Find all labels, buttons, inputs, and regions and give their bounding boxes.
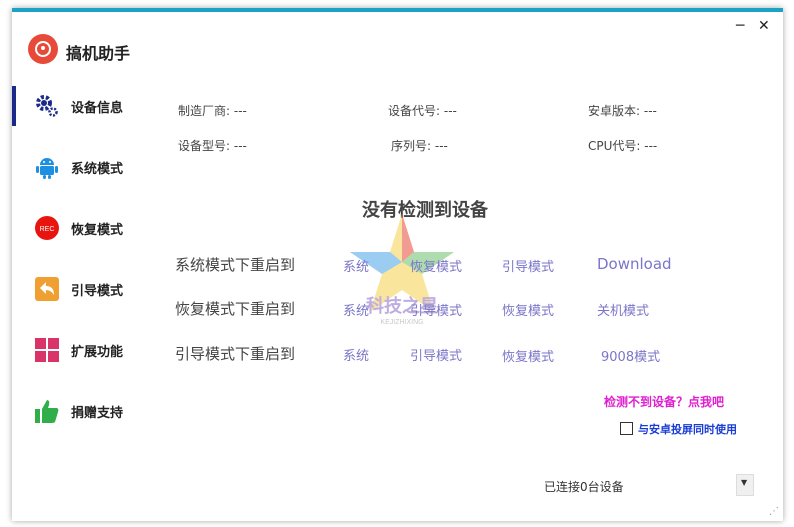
grid-icon [35, 338, 59, 362]
reboot-row-label: 系统模式下重启到 [175, 256, 296, 274]
reboot-option-link[interactable]: 恢复模式 [410, 256, 462, 275]
reboot-option-link[interactable]: 系统 [343, 300, 369, 319]
reboot-option-link[interactable]: 引导模式 [410, 300, 462, 319]
sidebar-item-donate[interactable]: 捐赠支持 [12, 391, 152, 431]
screen-cast-checkbox-label[interactable]: 与安卓投屏同时使用 [638, 421, 737, 437]
sidebar-item-label: 引导模式 [71, 284, 124, 299]
sidebar-item-device-info[interactable]: 设备信息 [12, 86, 152, 126]
reboot-option-link[interactable]: 关机模式 [597, 300, 649, 319]
sidebar-item-recovery-mode[interactable]: REC 恢复模式 [12, 208, 152, 248]
android-icon [36, 158, 58, 179]
device-code-info: 设备代号: --- [388, 104, 457, 118]
help-link[interactable]: 检测不到设备？点我吧 [604, 393, 724, 410]
sidebar-item-extensions[interactable]: 扩展功能 [12, 330, 152, 370]
minimize-button[interactable]: ─ [736, 18, 744, 34]
android-version-info: 安卓版本: --- [588, 104, 657, 118]
reboot-row-label: 恢复模式下重启到 [175, 300, 296, 318]
watermark-subtext: KEJIZHIXING [380, 319, 423, 326]
model-info: 设备型号: --- [178, 139, 247, 153]
reboot-option-link[interactable]: 系统 [343, 345, 369, 364]
reboot-option-link[interactable]: Download [597, 255, 672, 273]
app-window: ─ ✕ 搞机助手 设备信息 系统模式 REC 恢复模式 引导模式 扩展功能 捐赠… [12, 8, 783, 521]
sidebar-item-label: 系统模式 [71, 162, 124, 177]
app-logo-icon [28, 34, 58, 64]
device-dropdown[interactable]: ▼ [736, 474, 754, 496]
rec-icon: REC [35, 216, 59, 240]
serial-info: 序列号: --- [391, 139, 448, 153]
app-title: 搞机助手 [66, 44, 131, 63]
screen-cast-checkbox[interactable] [620, 422, 633, 435]
sidebar-item-label: 捐赠支持 [71, 406, 124, 421]
sidebar-item-label: 恢复模式 [71, 223, 124, 238]
sidebar-item-system-mode[interactable]: 系统模式 [12, 147, 152, 187]
reboot-option-link[interactable]: 系统 [343, 256, 369, 275]
resize-grip-icon[interactable]: ⋰ [769, 506, 779, 517]
thumbs-up-icon [35, 400, 59, 423]
sidebar-item-label: 设备信息 [71, 101, 124, 116]
reboot-option-link[interactable]: 9008模式 [601, 346, 660, 365]
reboot-option-link[interactable]: 引导模式 [410, 345, 462, 364]
gears-icon [36, 95, 58, 117]
sidebar-item-label: 扩展功能 [71, 345, 124, 360]
rec-badge: REC [40, 226, 55, 233]
connection-status: 已连接0台设备 [544, 480, 624, 494]
reboot-option-link[interactable]: 恢复模式 [502, 300, 554, 319]
back-arrow-icon [35, 277, 59, 301]
reboot-option-link[interactable]: 引导模式 [502, 256, 554, 275]
close-button[interactable]: ✕ [758, 18, 770, 34]
cpu-info: CPU代号: --- [588, 139, 658, 153]
sidebar-item-bootloader-mode[interactable]: 引导模式 [12, 269, 152, 309]
reboot-option-link[interactable]: 恢复模式 [502, 346, 554, 365]
chevron-down-icon: ▼ [741, 478, 748, 487]
manufacturer-info: 制造厂商: --- [178, 104, 247, 118]
reboot-row-label: 引导模式下重启到 [175, 345, 296, 363]
